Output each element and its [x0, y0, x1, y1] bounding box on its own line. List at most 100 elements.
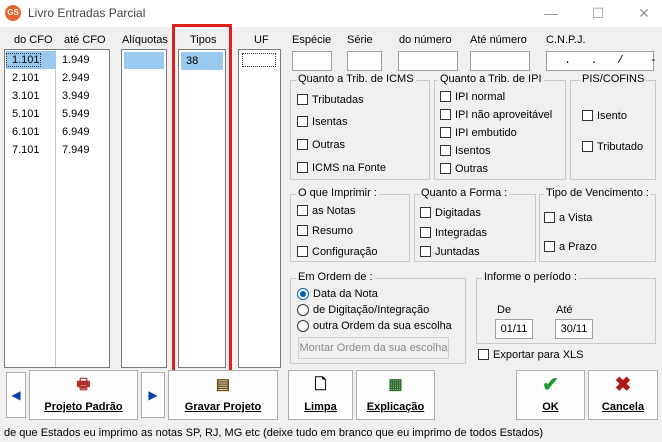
ipi-normal-checkbox[interactable]: IPI normal	[440, 89, 505, 104]
close-icon[interactable]: ✕	[634, 4, 654, 22]
ate-numero-label: Até número	[470, 34, 527, 46]
ipi-isentos-checkbox[interactable]: Isentos	[440, 143, 490, 158]
header-aliquotas: Alíquotas	[122, 34, 168, 46]
status-bar: de que Estados eu imprimo as notas SP, R…	[0, 424, 662, 442]
cfo-row-from[interactable]: 1.101	[6, 51, 56, 69]
checkbox-box	[440, 163, 451, 174]
cancela-button[interactable]: ✖ Cancela	[588, 370, 658, 420]
cfo-column-divider	[55, 50, 56, 367]
checkbox-box	[420, 227, 431, 238]
gravar-projeto-button[interactable]: ▤ Gravar Projeto	[168, 370, 278, 420]
checkbox-box	[440, 127, 451, 138]
vencimento-a-prazo-checkbox[interactable]: a Prazo	[544, 239, 597, 254]
periodo-de-field[interactable]: 01/11	[495, 319, 533, 339]
cfo-row-from[interactable]: 5.101	[12, 105, 40, 123]
aliquotas-list[interactable]	[121, 49, 167, 368]
checkbox-box	[544, 241, 555, 252]
ipi-nao-aproveitavel-checkbox[interactable]: IPI não aproveitável	[440, 107, 552, 122]
cnpj-field[interactable]: . . / -	[546, 51, 657, 71]
cnpj-label: C.N.P.J.	[546, 34, 586, 46]
serie-field[interactable]	[347, 51, 382, 71]
next-project-button[interactable]: ▶	[141, 372, 165, 418]
ipi-outras-checkbox[interactable]: Outras	[440, 161, 488, 176]
do-numero-label: do número	[399, 34, 452, 46]
imprimir-configuracao-checkbox[interactable]: Configuração	[297, 244, 377, 259]
ipi-embutido-checkbox[interactable]: IPI embutido	[440, 125, 517, 140]
forma-digitadas-checkbox[interactable]: Digitadas	[420, 205, 481, 220]
imprimir-group-title: O que Imprimir :	[296, 187, 379, 199]
cfo-row-to[interactable]: 3.949	[62, 87, 90, 105]
cfo-list[interactable]: 1.101 1.949 2.101 2.949 3.101 3.949 5.10…	[4, 49, 110, 368]
ordem-group-title: Em Ordem de :	[296, 271, 375, 283]
radio-dot	[297, 303, 309, 316]
especie-field[interactable]	[292, 51, 332, 71]
title-bar: GS Livro Entradas Parcial — ☐ ✕	[0, 0, 662, 27]
forma-group-title: Quanto a Forma :	[419, 187, 510, 199]
imprimir-notas-checkbox[interactable]: as Notas	[297, 203, 355, 218]
periodo-ate-field[interactable]: 30/11	[555, 319, 593, 339]
ordem-digitacao-radio[interactable]: de Digitação/Integração	[297, 302, 429, 317]
cfo-row-from[interactable]: 2.101	[12, 69, 40, 87]
save-project-icon: ▤	[215, 376, 231, 393]
arrow-right-icon: ▶	[148, 388, 158, 402]
checkbox-box	[297, 139, 308, 150]
radio-dot	[297, 319, 309, 332]
checkbox-box	[420, 246, 431, 257]
cfo-row-to[interactable]: 5.949	[62, 105, 90, 123]
periodo-group-title: Informe o período :	[482, 271, 579, 283]
printer-icon: 🖶	[76, 376, 91, 393]
especie-label: Espécie	[292, 34, 332, 46]
exportar-xls-checkbox[interactable]: Exportar para XLS	[478, 347, 584, 362]
aliquotas-selected-row[interactable]	[124, 52, 164, 69]
radio-dot	[297, 287, 309, 300]
uf-focus-row[interactable]	[242, 53, 276, 67]
minimize-icon[interactable]: —	[541, 4, 561, 22]
explicacao-button[interactable]: ▦ Explicação	[356, 370, 435, 420]
cfo-row-to[interactable]: 6.949	[62, 123, 90, 141]
cfo-row-to[interactable]: 2.949	[62, 69, 90, 87]
pis-tributado-checkbox[interactable]: Tributado	[582, 139, 643, 154]
pis-isento-checkbox[interactable]: Isento	[582, 108, 627, 123]
maximize-icon[interactable]: ☐	[588, 4, 608, 22]
prev-project-button[interactable]: ◀	[6, 372, 26, 418]
projeto-padrao-button[interactable]: 🖶 Projeto Padrão	[29, 370, 138, 420]
blank-page-icon: 🗋	[314, 376, 327, 393]
app-icon: GS	[5, 5, 21, 21]
checkbox-box	[440, 145, 451, 156]
cfo-row-to[interactable]: 1.949	[62, 51, 90, 69]
pis-cofins-group-title: PIS/COFINS	[580, 73, 647, 85]
pis-cofins-group	[570, 80, 656, 180]
ok-button[interactable]: ✔ OK	[516, 370, 585, 420]
icms-na-fonte-checkbox[interactable]: ICMS na Fonte	[297, 160, 386, 175]
checkbox-box	[440, 109, 451, 120]
cfo-row-from[interactable]: 7.101	[12, 141, 40, 159]
checkbox-box	[478, 349, 489, 360]
ordem-data-nota-radio[interactable]: Data da Nota	[297, 286, 378, 301]
imprimir-resumo-checkbox[interactable]: Resumo	[297, 223, 353, 238]
icms-isentas-checkbox[interactable]: Isentas	[297, 114, 347, 129]
document-icon: ▦	[388, 376, 403, 393]
cfo-row-from[interactable]: 3.101	[12, 87, 40, 105]
forma-juntadas-checkbox[interactable]: Juntadas	[420, 244, 480, 259]
arrow-left-icon: ◀	[11, 388, 21, 402]
periodo-de-label: De	[497, 304, 512, 316]
do-numero-field[interactable]	[398, 51, 458, 71]
forma-integradas-checkbox[interactable]: Integradas	[420, 225, 487, 240]
checkbox-box	[297, 205, 308, 216]
header-do-cfo: do CFO	[14, 34, 53, 46]
checkbox-box	[582, 110, 593, 121]
checkbox-box	[297, 116, 308, 127]
ordem-outra-radio[interactable]: outra Ordem da sua escolha	[297, 318, 452, 333]
cfo-row-to[interactable]: 7.949	[62, 141, 90, 159]
icms-outras-checkbox[interactable]: Outras	[297, 137, 345, 152]
vencimento-a-vista-checkbox[interactable]: a Vista	[544, 210, 592, 225]
uf-list[interactable]	[238, 49, 281, 368]
icms-tributadas-checkbox[interactable]: Tributadas	[297, 92, 364, 107]
checkbox-box	[297, 94, 308, 105]
cfo-row-from[interactable]: 6.101	[12, 123, 40, 141]
header-ate-cfo: até CFO	[64, 34, 106, 46]
montar-ordem-button[interactable]: Montar Ordem da sua escolha	[298, 337, 449, 359]
header-uf: UF	[254, 34, 269, 46]
limpa-button[interactable]: 🗋 Limpa	[288, 370, 353, 420]
ate-numero-field[interactable]	[470, 51, 530, 71]
